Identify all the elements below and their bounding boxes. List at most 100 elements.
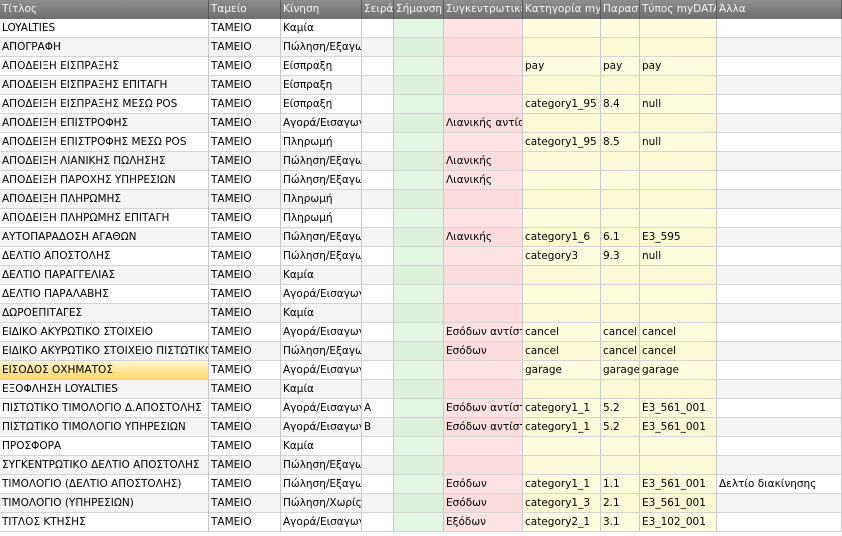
column-header-document[interactable]: Παραστατικό	[601, 0, 640, 19]
cell-title[interactable]: ΔΕΛΤΙΟ ΠΑΡΑΛΑΒΗΣ	[0, 285, 209, 304]
cell-document[interactable]: 6.1	[601, 228, 640, 247]
cell-mydata-type[interactable]	[640, 304, 717, 323]
cell-mydata-type[interactable]	[640, 437, 717, 456]
cell-cashbox[interactable]: ΤΑΜΕΙΟ	[209, 361, 281, 380]
cell-mydata-type[interactable]: null	[640, 95, 717, 114]
cell-marking[interactable]	[394, 456, 444, 475]
table-row[interactable]: ΑΠΟΔΕΙΞΗ ΕΙΣΠΡΑΞΗΣ ΜΕΣΩ POS ΤΑΜΕΙΟ Είσπραξ…	[0, 95, 842, 114]
cell-marking[interactable]	[394, 266, 444, 285]
table-row[interactable]: ΕΙΣΟΔΟΣ ΟΧΗΜΑΤΟΣΤΑΜΕΙΟΑγορά/Εισαγωγή gara…	[0, 361, 842, 380]
cell-document[interactable]	[601, 171, 640, 190]
table-row[interactable]: ΠΡΟΣΦΟΡΑ ΤΑΜΕΙΟ Καμία	[0, 437, 842, 456]
cell-document[interactable]: 1.1	[601, 475, 640, 494]
cell-title[interactable]: ΔΕΛΤΙΟ ΑΠΟΣΤΟΛΗΣ	[0, 247, 209, 266]
cell-cashbox[interactable]: ΤΑΜΕΙΟ	[209, 304, 281, 323]
cell-movement[interactable]: Πώληση/Εξαγωγή	[281, 228, 362, 247]
cell-cashbox[interactable]: ΤΑΜΕΙΟ	[209, 494, 281, 513]
cell-mydata-category[interactable]	[523, 209, 601, 228]
table-row[interactable]: ΤΙΜΟΛΟΓΙΟ (ΔΕΛΤΙΟ ΑΠΟΣΤΟΛΗΣ) ΤΑΜΕΙΟ Πώληση…	[0, 475, 842, 494]
cell-mydata-type[interactable]	[640, 19, 717, 38]
cell-movement[interactable]: Πληρωμή	[281, 133, 362, 152]
cell-series[interactable]: Β	[362, 418, 394, 437]
cell-series[interactable]	[362, 152, 394, 171]
cell-document[interactable]: 3.1	[601, 513, 640, 532]
cell-mydata-category[interactable]: category1_3	[523, 494, 601, 513]
cell-other[interactable]	[717, 114, 842, 133]
table-row[interactable]: ΕΞΟΦΛΗΣΗ LOYALTIES ΤΑΜΕΙΟ Καμία	[0, 380, 842, 399]
cell-mydata-type[interactable]: E3_561_001	[640, 494, 717, 513]
cell-title[interactable]: ΣΥΓΚΕΝΤΡΩΤΙΚΟ ΔΕΛΤΙΟ ΑΠΟΣΤΟΛΗΣ	[0, 456, 209, 475]
cell-cashbox[interactable]: ΤΑΜΕΙΟ	[209, 38, 281, 57]
cell-title[interactable]: ΠΙΣΤΩΤΙΚΟ ΤΙΜΟΛΟΓΙΟ Δ.ΑΠΟΣΤΟΛΗΣ	[0, 399, 209, 418]
cell-title[interactable]: ΕΙΔΙΚΟ ΑΚΥΡΩΤΙΚΟ ΣΤΟΙΧΕΙΟ ΠΙΣΤΩΤΙΚΟ	[0, 342, 209, 361]
table-row[interactable]: ΤΙΤΛΟΣ ΚΤΗΣΗΣΤΑΜΕΙΟΑγορά/Εισαγωγή Εξόδωνc…	[0, 513, 842, 532]
cell-marking[interactable]	[394, 304, 444, 323]
cell-document[interactable]: cancel	[601, 323, 640, 342]
cell-aggregate[interactable]	[444, 361, 523, 380]
cell-mydata-category[interactable]: category2_1	[523, 513, 601, 532]
cell-movement[interactable]: Είσπραξη	[281, 95, 362, 114]
cell-cashbox[interactable]: ΤΑΜΕΙΟ	[209, 95, 281, 114]
cell-movement[interactable]: Είσπραξη	[281, 76, 362, 95]
cell-other[interactable]	[717, 266, 842, 285]
cell-cashbox[interactable]: ΤΑΜΕΙΟ	[209, 190, 281, 209]
cell-other[interactable]	[717, 95, 842, 114]
cell-movement[interactable]: Πώληση/Εξαγωγή	[281, 342, 362, 361]
cell-title[interactable]: ΤΙΜΟΛΟΓΙΟ (ΔΕΛΤΙΟ ΑΠΟΣΤΟΛΗΣ)	[0, 475, 209, 494]
cell-marking[interactable]	[394, 190, 444, 209]
table-row[interactable]: ΔΕΛΤΙΟ ΠΑΡΑΓΓΕΛΙΑΣ ΤΑΜΕΙΟ Καμία	[0, 266, 842, 285]
cell-other[interactable]	[717, 247, 842, 266]
column-header-aggregate[interactable]: Συγκεντρωτικές	[444, 0, 523, 19]
cell-cashbox[interactable]: ΤΑΜΕΙΟ	[209, 19, 281, 38]
cell-mydata-type[interactable]	[640, 171, 717, 190]
cell-cashbox[interactable]: ΤΑΜΕΙΟ	[209, 323, 281, 342]
cell-aggregate[interactable]	[444, 190, 523, 209]
cell-other[interactable]	[717, 361, 842, 380]
cell-series[interactable]	[362, 114, 394, 133]
cell-movement[interactable]: Αγορά/Εισαγωγή	[281, 323, 362, 342]
cell-mydata-category[interactable]	[523, 38, 601, 57]
cell-mydata-type[interactable]: E3_561_001	[640, 399, 717, 418]
cell-series[interactable]	[362, 133, 394, 152]
cell-marking[interactable]	[394, 19, 444, 38]
cell-other[interactable]	[717, 152, 842, 171]
cell-mydata-type[interactable]	[640, 114, 717, 133]
cell-mydata-category[interactable]	[523, 266, 601, 285]
cell-cashbox[interactable]: ΤΑΜΕΙΟ	[209, 342, 281, 361]
cell-other[interactable]	[717, 342, 842, 361]
table-row[interactable]: ΠΙΣΤΩΤΙΚΟ ΤΙΜΟΛΟΓΙΟ ΥΠΗΡΕΣΙΩΝ ΤΑΜΕΙΟ Αγορά…	[0, 418, 842, 437]
table-row[interactable]: ΑΠΟΔΕΙΞΗ ΕΠΙΣΤΡΟΦΗΣ ΜΕΣΩ POS ΤΑΜΕΙΟ Πληρωμ…	[0, 133, 842, 152]
column-header-marking[interactable]: Σήμανση	[394, 0, 444, 19]
cell-title[interactable]: ΑΠΟΓΡΑΦΗ	[0, 38, 209, 57]
cell-marking[interactable]	[394, 152, 444, 171]
cell-other[interactable]	[717, 38, 842, 57]
column-header-mydata-type[interactable]: Τύπος myDATA	[640, 0, 717, 19]
table-row[interactable]: ΠΙΣΤΩΤΙΚΟ ΤΙΜΟΛΟΓΙΟ Δ.ΑΠΟΣΤΟΛΗΣ ΤΑΜΕΙΟ Αγο…	[0, 399, 842, 418]
cell-movement[interactable]: Είσπραξη	[281, 57, 362, 76]
cell-series[interactable]	[362, 342, 394, 361]
cell-title[interactable]: LOYALTIES	[0, 19, 209, 38]
cell-aggregate[interactable]: Λιανικής	[444, 152, 523, 171]
cell-mydata-type[interactable]	[640, 209, 717, 228]
cell-marking[interactable]	[394, 513, 444, 532]
cell-aggregate[interactable]: Εσόδων αντίστροφη	[444, 323, 523, 342]
cell-marking[interactable]	[394, 323, 444, 342]
cell-title[interactable]: ΑΠΟΔΕΙΞΗ ΛΙΑΝΙΚΗΣ ΠΩΛΗΣΗΣ	[0, 152, 209, 171]
cell-aggregate[interactable]	[444, 437, 523, 456]
cell-marking[interactable]	[394, 475, 444, 494]
cell-movement[interactable]: Αγορά/Εισαγωγή	[281, 285, 362, 304]
cell-mydata-category[interactable]: category1_95	[523, 133, 601, 152]
cell-cashbox[interactable]: ΤΑΜΕΙΟ	[209, 247, 281, 266]
cell-mydata-type[interactable]: E3_595	[640, 228, 717, 247]
cell-mydata-type[interactable]: cancel	[640, 323, 717, 342]
cell-series[interactable]	[362, 76, 394, 95]
cell-series[interactable]	[362, 228, 394, 247]
cell-aggregate[interactable]	[444, 456, 523, 475]
cell-movement[interactable]: Αγορά/Εισαγωγή	[281, 399, 362, 418]
cell-series[interactable]	[362, 475, 394, 494]
cell-marking[interactable]	[394, 285, 444, 304]
cell-marking[interactable]	[394, 95, 444, 114]
cell-aggregate[interactable]	[444, 38, 523, 57]
cell-series[interactable]	[362, 494, 394, 513]
cell-cashbox[interactable]: ΤΑΜΕΙΟ	[209, 285, 281, 304]
